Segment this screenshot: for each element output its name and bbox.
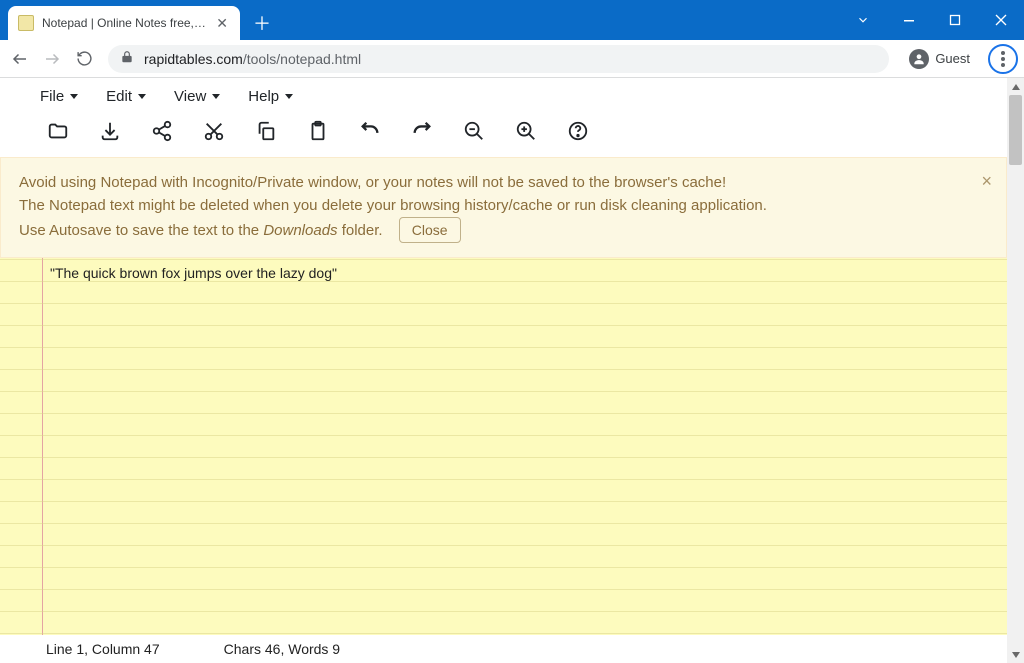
chevron-down-icon bbox=[70, 94, 78, 99]
page-scrollbar[interactable] bbox=[1007, 78, 1024, 663]
app-toolbar bbox=[0, 109, 1007, 157]
window-controls bbox=[840, 0, 1024, 40]
warning-line1: Avoid using Notepad with Incognito/Priva… bbox=[19, 172, 988, 195]
warning-line3-post: folder. bbox=[338, 222, 383, 239]
menu-view[interactable]: View bbox=[174, 88, 220, 105]
tab-favicon bbox=[18, 15, 34, 31]
warning-line3: Use Autosave to save the text to the Dow… bbox=[19, 217, 988, 243]
profile-label: Guest bbox=[935, 51, 970, 66]
app-menubar: File Edit View Help bbox=[0, 78, 1007, 109]
url-host: rapidtables.com bbox=[144, 51, 243, 67]
status-bar: Line 1, Column 47 Chars 46, Words 9 bbox=[0, 635, 1007, 663]
redo-icon[interactable] bbox=[410, 119, 434, 143]
menu-help-label: Help bbox=[248, 88, 279, 105]
menu-help[interactable]: Help bbox=[248, 88, 293, 105]
status-position: Line 1, Column 47 bbox=[46, 641, 160, 657]
lock-icon bbox=[120, 50, 134, 67]
paste-icon[interactable] bbox=[306, 119, 330, 143]
browser-menu-button[interactable] bbox=[988, 44, 1018, 74]
menu-file-label: File bbox=[40, 88, 64, 105]
window-minimize-icon[interactable] bbox=[886, 0, 932, 40]
scrollbar-thumb[interactable] bbox=[1009, 95, 1022, 165]
scrollbar-down-icon[interactable] bbox=[1007, 646, 1024, 663]
browser-titlebar: Notepad | Online Notes free, no… ✕ ＋ bbox=[0, 0, 1024, 40]
scrollbar-up-icon[interactable] bbox=[1007, 78, 1024, 95]
scrollbar-track[interactable] bbox=[1007, 95, 1024, 646]
avatar-icon bbox=[909, 49, 929, 69]
menu-view-label: View bbox=[174, 88, 206, 105]
copy-icon[interactable] bbox=[254, 119, 278, 143]
chevron-down-icon bbox=[138, 94, 146, 99]
tab-title: Notepad | Online Notes free, no… bbox=[42, 16, 206, 30]
new-tab-button[interactable]: ＋ bbox=[248, 9, 276, 37]
chevron-down-icon bbox=[285, 94, 293, 99]
url-path: /tools/notepad.html bbox=[243, 51, 361, 67]
cut-icon[interactable] bbox=[202, 119, 226, 143]
nav-forward-button[interactable] bbox=[38, 45, 66, 73]
profile-button[interactable]: Guest bbox=[899, 45, 980, 73]
tab-close-icon[interactable]: ✕ bbox=[214, 13, 230, 34]
browser-tab[interactable]: Notepad | Online Notes free, no… ✕ bbox=[8, 6, 240, 40]
warning-close-button[interactable]: Close bbox=[399, 217, 461, 243]
browser-toolbar: rapidtables.com/tools/notepad.html Guest bbox=[0, 40, 1024, 78]
url-text: rapidtables.com/tools/notepad.html bbox=[144, 51, 361, 67]
zoom-in-icon[interactable] bbox=[514, 119, 538, 143]
notepad-lines bbox=[0, 258, 1007, 635]
nav-back-button[interactable] bbox=[6, 45, 34, 73]
warning-dismiss-button[interactable]: × bbox=[981, 168, 992, 195]
warning-line2: The Notepad text might be deleted when y… bbox=[19, 195, 988, 218]
address-bar[interactable]: rapidtables.com/tools/notepad.html bbox=[108, 45, 889, 73]
undo-icon[interactable] bbox=[358, 119, 382, 143]
warning-line3-pre: Use Autosave to save the text to the bbox=[19, 222, 263, 239]
nav-reload-button[interactable] bbox=[70, 45, 98, 73]
page-viewport: File Edit View Help × Avoid using Notepa… bbox=[0, 78, 1024, 663]
menu-edit[interactable]: Edit bbox=[106, 88, 146, 105]
menu-edit-label: Edit bbox=[106, 88, 132, 105]
notepad-text: "The quick brown fox jumps over the lazy… bbox=[50, 262, 987, 284]
window-maximize-icon[interactable] bbox=[932, 0, 978, 40]
folder-open-icon[interactable] bbox=[46, 119, 70, 143]
download-icon[interactable] bbox=[98, 119, 122, 143]
warning-banner: × Avoid using Notepad with Incognito/Pri… bbox=[0, 157, 1007, 258]
share-icon[interactable] bbox=[150, 119, 174, 143]
menu-file[interactable]: File bbox=[40, 88, 78, 105]
zoom-out-icon[interactable] bbox=[462, 119, 486, 143]
chevron-down-icon bbox=[212, 94, 220, 99]
notepad-editor[interactable]: "The quick brown fox jumps over the lazy… bbox=[0, 258, 1007, 635]
status-stats: Chars 46, Words 9 bbox=[224, 641, 340, 657]
help-icon[interactable] bbox=[566, 119, 590, 143]
warning-line3-em: Downloads bbox=[263, 222, 337, 239]
window-chevron-icon[interactable] bbox=[840, 0, 886, 40]
window-close-icon[interactable] bbox=[978, 0, 1024, 40]
